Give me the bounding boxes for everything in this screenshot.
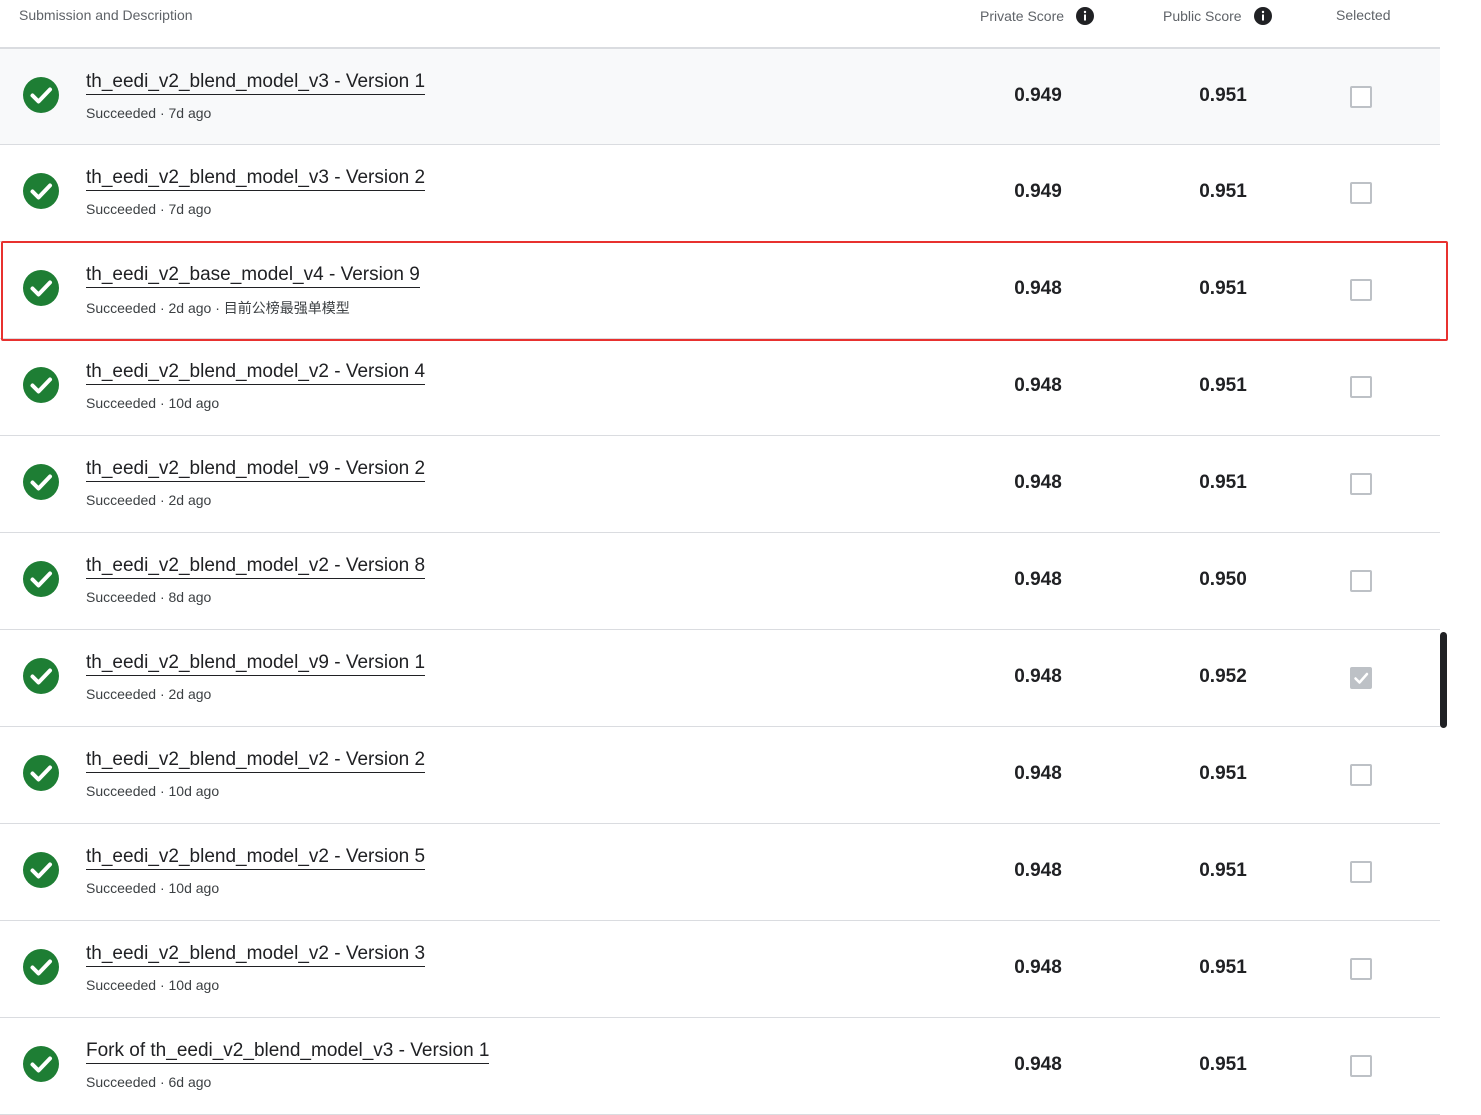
public-score-value: 0.951 [1199,1054,1247,1075]
check-circle-icon [22,948,60,986]
submission-title-link[interactable]: th_eedi_v2_blend_model_v3 - Version 1 [86,71,426,95]
private-score-value: 0.948 [1014,375,1062,396]
submission-status-text: Succeeded · 7d ago [86,201,212,217]
scrollbar-thumb[interactable] [1440,632,1447,728]
table-row[interactable]: th_eedi_v2_blend_model_v2 - Version 3 Suc… [0,921,1440,1018]
selected-checkbox[interactable] [1350,667,1372,689]
selected-checkbox[interactable] [1350,861,1372,883]
private-score-value: 0.948 [1014,957,1062,978]
public-score-value: 0.951 [1199,181,1247,202]
selected-column-label: Selected [1336,7,1391,23]
submission-status-text: Succeeded · 10d ago [86,880,220,896]
private-score-value: 0.948 [1014,860,1062,881]
selected-checkbox[interactable] [1350,279,1372,301]
selected-checkbox[interactable] [1350,376,1372,398]
public-score-value: 0.951 [1199,763,1247,784]
check-circle-icon [22,754,60,792]
public-score-column-header: Public Score [1163,7,1272,25]
check-circle-icon [22,269,60,307]
private-score-value: 0.948 [1014,569,1062,590]
private-score-value: 0.948 [1014,763,1062,784]
selected-checkbox[interactable] [1350,473,1372,495]
check-circle-icon [22,851,60,889]
submission-title-link[interactable]: th_eedi_v2_base_model_v4 - Version 9 [86,264,420,288]
submission-status-text: Succeeded · 10d ago [86,783,220,799]
submission-title-link[interactable]: th_eedi_v2_blend_model_v9 - Version 2 [86,458,426,482]
check-circle-icon [22,1045,60,1083]
submission-status-text: Succeeded · 7d ago [86,105,212,121]
submission-title-link[interactable]: th_eedi_v2_blend_model_v9 - Version 1 [86,652,426,676]
table-row[interactable]: th_eedi_v2_blend_model_v9 - Version 1 Suc… [0,630,1440,727]
selected-checkbox[interactable] [1350,86,1372,108]
table-row[interactable]: th_eedi_v2_blend_model_v2 - Version 5 Suc… [0,824,1440,921]
public-score-value: 0.952 [1199,666,1247,687]
submission-column-header: Submission and Description [19,7,193,23]
submission-status-text: Succeeded · 2d ago · 目前公榜最强单模型 [86,300,350,316]
check-circle-icon [22,657,60,695]
public-score-value: 0.951 [1199,957,1247,978]
table-row[interactable]: th_eedi_v2_blend_model_v2 - Version 4 Suc… [0,339,1440,436]
public-score-value: 0.951 [1199,860,1247,881]
submission-title-link[interactable]: th_eedi_v2_blend_model_v2 - Version 4 [86,361,426,385]
info-icon[interactable] [1076,7,1095,25]
table-row[interactable]: th_eedi_v2_base_model_v4 - Version 9 Succ… [0,242,1440,339]
private-score-value: 0.948 [1014,1054,1062,1075]
submission-status-text: Succeeded · 2d ago [86,686,212,702]
public-score-value: 0.951 [1199,278,1247,299]
submission-title-link[interactable]: th_eedi_v2_blend_model_v2 - Version 3 [86,943,426,967]
selected-checkbox[interactable] [1350,570,1372,592]
private-score-value: 0.949 [1014,181,1062,202]
selected-column-header: Selected [1336,7,1390,23]
info-icon[interactable] [1253,7,1272,25]
submission-title-link[interactable]: th_eedi_v2_blend_model_v2 - Version 8 [86,555,426,579]
submission-status-text: Succeeded · 10d ago [86,977,220,993]
selected-checkbox[interactable] [1350,958,1372,980]
private-score-value: 0.948 [1014,278,1062,299]
private-score-column-header: Private Score [980,7,1095,25]
submission-status-text: Succeeded · 8d ago [86,589,212,605]
private-score-value: 0.948 [1014,472,1062,493]
public-score-column-label: Public Score [1163,8,1242,24]
private-score-value: 0.949 [1014,85,1062,106]
public-score-value: 0.951 [1199,472,1247,493]
private-score-column-label: Private Score [980,8,1065,24]
public-score-value: 0.951 [1199,375,1247,396]
submissions-list: th_eedi_v2_blend_model_v3 - Version 1 Suc… [0,49,1440,1115]
table-row[interactable]: th_eedi_v2_blend_model_v3 - Version 1 Suc… [0,49,1440,145]
table-row[interactable]: Fork of th_eedi_v2_blend_model_v3 - Vers… [0,1018,1440,1115]
submission-status-text: Succeeded · 2d ago [86,492,212,508]
private-score-value: 0.948 [1014,666,1062,687]
submission-title-link[interactable]: th_eedi_v2_blend_model_v2 - Version 5 [86,846,426,870]
table-header: Submission and Description Private Score… [0,0,1440,49]
check-circle-icon [22,76,60,114]
selected-checkbox[interactable] [1350,182,1372,204]
selected-checkbox[interactable] [1350,1055,1372,1077]
submission-column-label: Submission and Description [19,7,193,23]
check-circle-icon [22,463,60,501]
public-score-value: 0.950 [1199,569,1247,590]
submission-title-link[interactable]: th_eedi_v2_blend_model_v3 - Version 2 [86,167,426,191]
submission-title-link[interactable]: Fork of th_eedi_v2_blend_model_v3 - Vers… [86,1040,490,1064]
public-score-value: 0.951 [1199,85,1247,106]
submission-title-link[interactable]: th_eedi_v2_blend_model_v2 - Version 2 [86,749,426,773]
table-row[interactable]: th_eedi_v2_blend_model_v2 - Version 2 Suc… [0,727,1440,824]
table-row[interactable]: th_eedi_v2_blend_model_v3 - Version 2 Suc… [0,145,1440,242]
check-circle-icon [22,366,60,404]
submission-status-text: Succeeded · 6d ago [86,1074,212,1090]
check-circle-icon [22,560,60,598]
submission-status-text: Succeeded · 10d ago [86,395,220,411]
selected-checkbox[interactable] [1350,764,1372,786]
table-row[interactable]: th_eedi_v2_blend_model_v9 - Version 2 Suc… [0,436,1440,533]
check-circle-icon [22,172,60,210]
table-row[interactable]: th_eedi_v2_blend_model_v2 - Version 8 Suc… [0,533,1440,630]
